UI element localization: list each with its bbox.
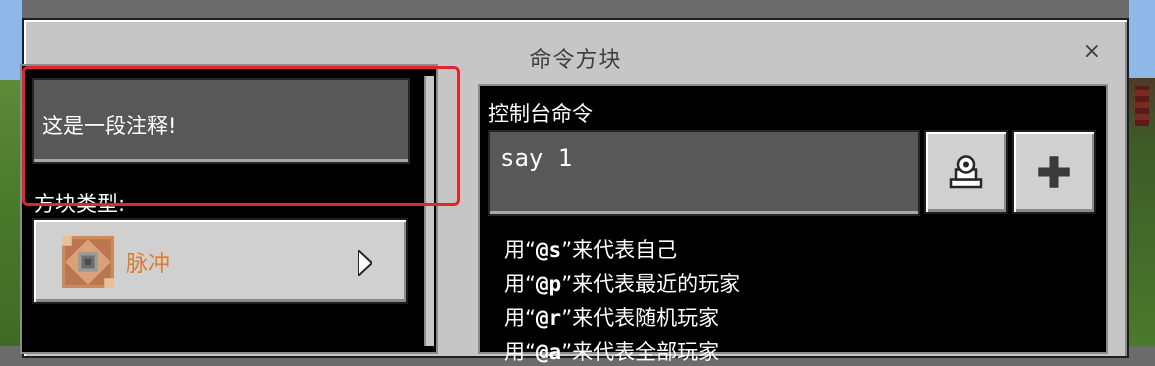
console-command-label: 控制台命令 bbox=[488, 102, 593, 126]
block-type-dropdown[interactable]: 脉冲 bbox=[32, 218, 408, 304]
chevron-right-icon bbox=[358, 250, 372, 276]
selector-hint: 用“@a”来代表全部玩家 bbox=[504, 340, 720, 364]
right-panel: 控制台命令 say 1 用“@s”来代表自己 用“@p”来代表最近的玩家 用“@… bbox=[478, 84, 1108, 364]
selector-hint: 用“@r”来代表随机玩家 bbox=[504, 306, 720, 330]
add-button[interactable] bbox=[1012, 130, 1096, 214]
impulse-command-block-icon bbox=[62, 236, 114, 288]
close-icon[interactable]: × bbox=[1083, 38, 1101, 66]
game-world-background-left bbox=[0, 0, 22, 346]
block-type-label: 方块类型: bbox=[34, 192, 126, 216]
output-history-icon bbox=[949, 155, 983, 189]
selector-hint: 用“@p”来代表最近的玩家 bbox=[504, 272, 741, 296]
output-history-button[interactable] bbox=[924, 130, 1008, 214]
command-input[interactable]: say 1 bbox=[488, 130, 920, 216]
game-world-background-right bbox=[1129, 0, 1155, 346]
block-type-value: 脉冲 bbox=[126, 252, 171, 277]
left-panel-scrollbar[interactable] bbox=[424, 76, 434, 346]
comment-value: 这是一段注释! bbox=[42, 114, 177, 138]
left-panel: 这是一段注释! 方块类型: 脉冲 bbox=[20, 64, 438, 354]
comment-input[interactable]: 这是一段注释! bbox=[32, 78, 410, 164]
plus-icon bbox=[1038, 156, 1070, 188]
command-value: say 1 bbox=[500, 144, 573, 172]
selector-hint: 用“@s”来代表自己 bbox=[504, 238, 678, 262]
